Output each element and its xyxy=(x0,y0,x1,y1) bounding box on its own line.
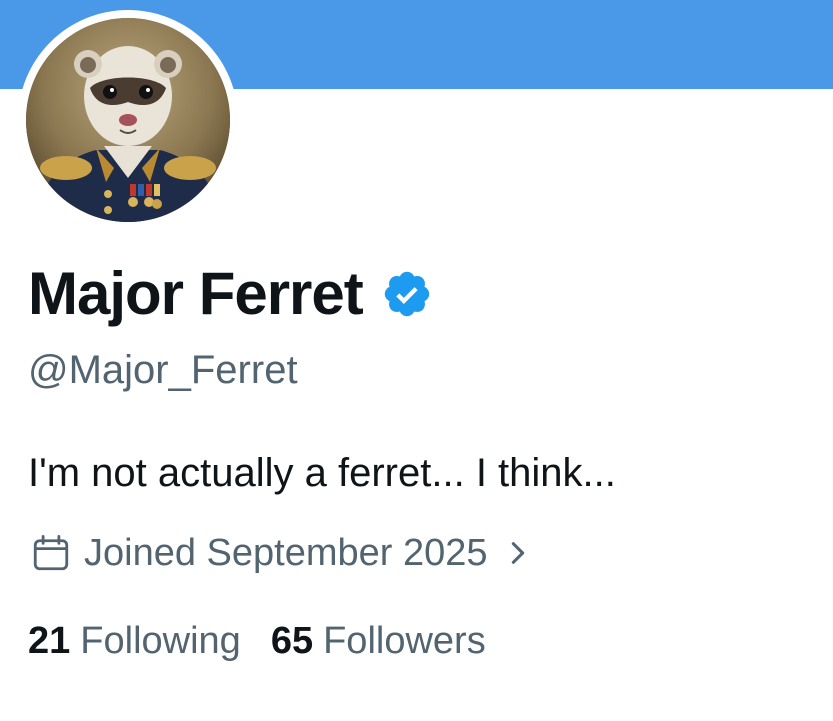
chevron-right-icon xyxy=(511,542,524,564)
avatar[interactable] xyxy=(26,18,230,222)
followers-count: 65 xyxy=(270,620,314,662)
following-link[interactable]: 21 Following xyxy=(28,615,241,667)
verified-badge-icon[interactable] xyxy=(381,268,433,320)
followers-label: Followers xyxy=(323,620,486,662)
user-handle: @Major_Ferret xyxy=(28,348,298,392)
calendar-icon xyxy=(33,534,69,571)
following-label: Following xyxy=(80,620,241,662)
profile-bio: I'm not actually a ferret... I think... xyxy=(28,451,616,495)
follow-stats: 21 Following 65 Followers xyxy=(28,615,516,667)
joined-date-row[interactable]: Joined September 2025 xyxy=(30,527,532,579)
display-name: Major Ferret xyxy=(28,260,364,327)
ferret-portrait-image xyxy=(26,18,230,222)
joined-date: Joined September 2025 xyxy=(84,532,488,574)
followers-link[interactable]: 65 Followers xyxy=(271,615,486,667)
following-count: 21 xyxy=(28,620,71,662)
name-row: Major Ferret xyxy=(28,258,433,330)
